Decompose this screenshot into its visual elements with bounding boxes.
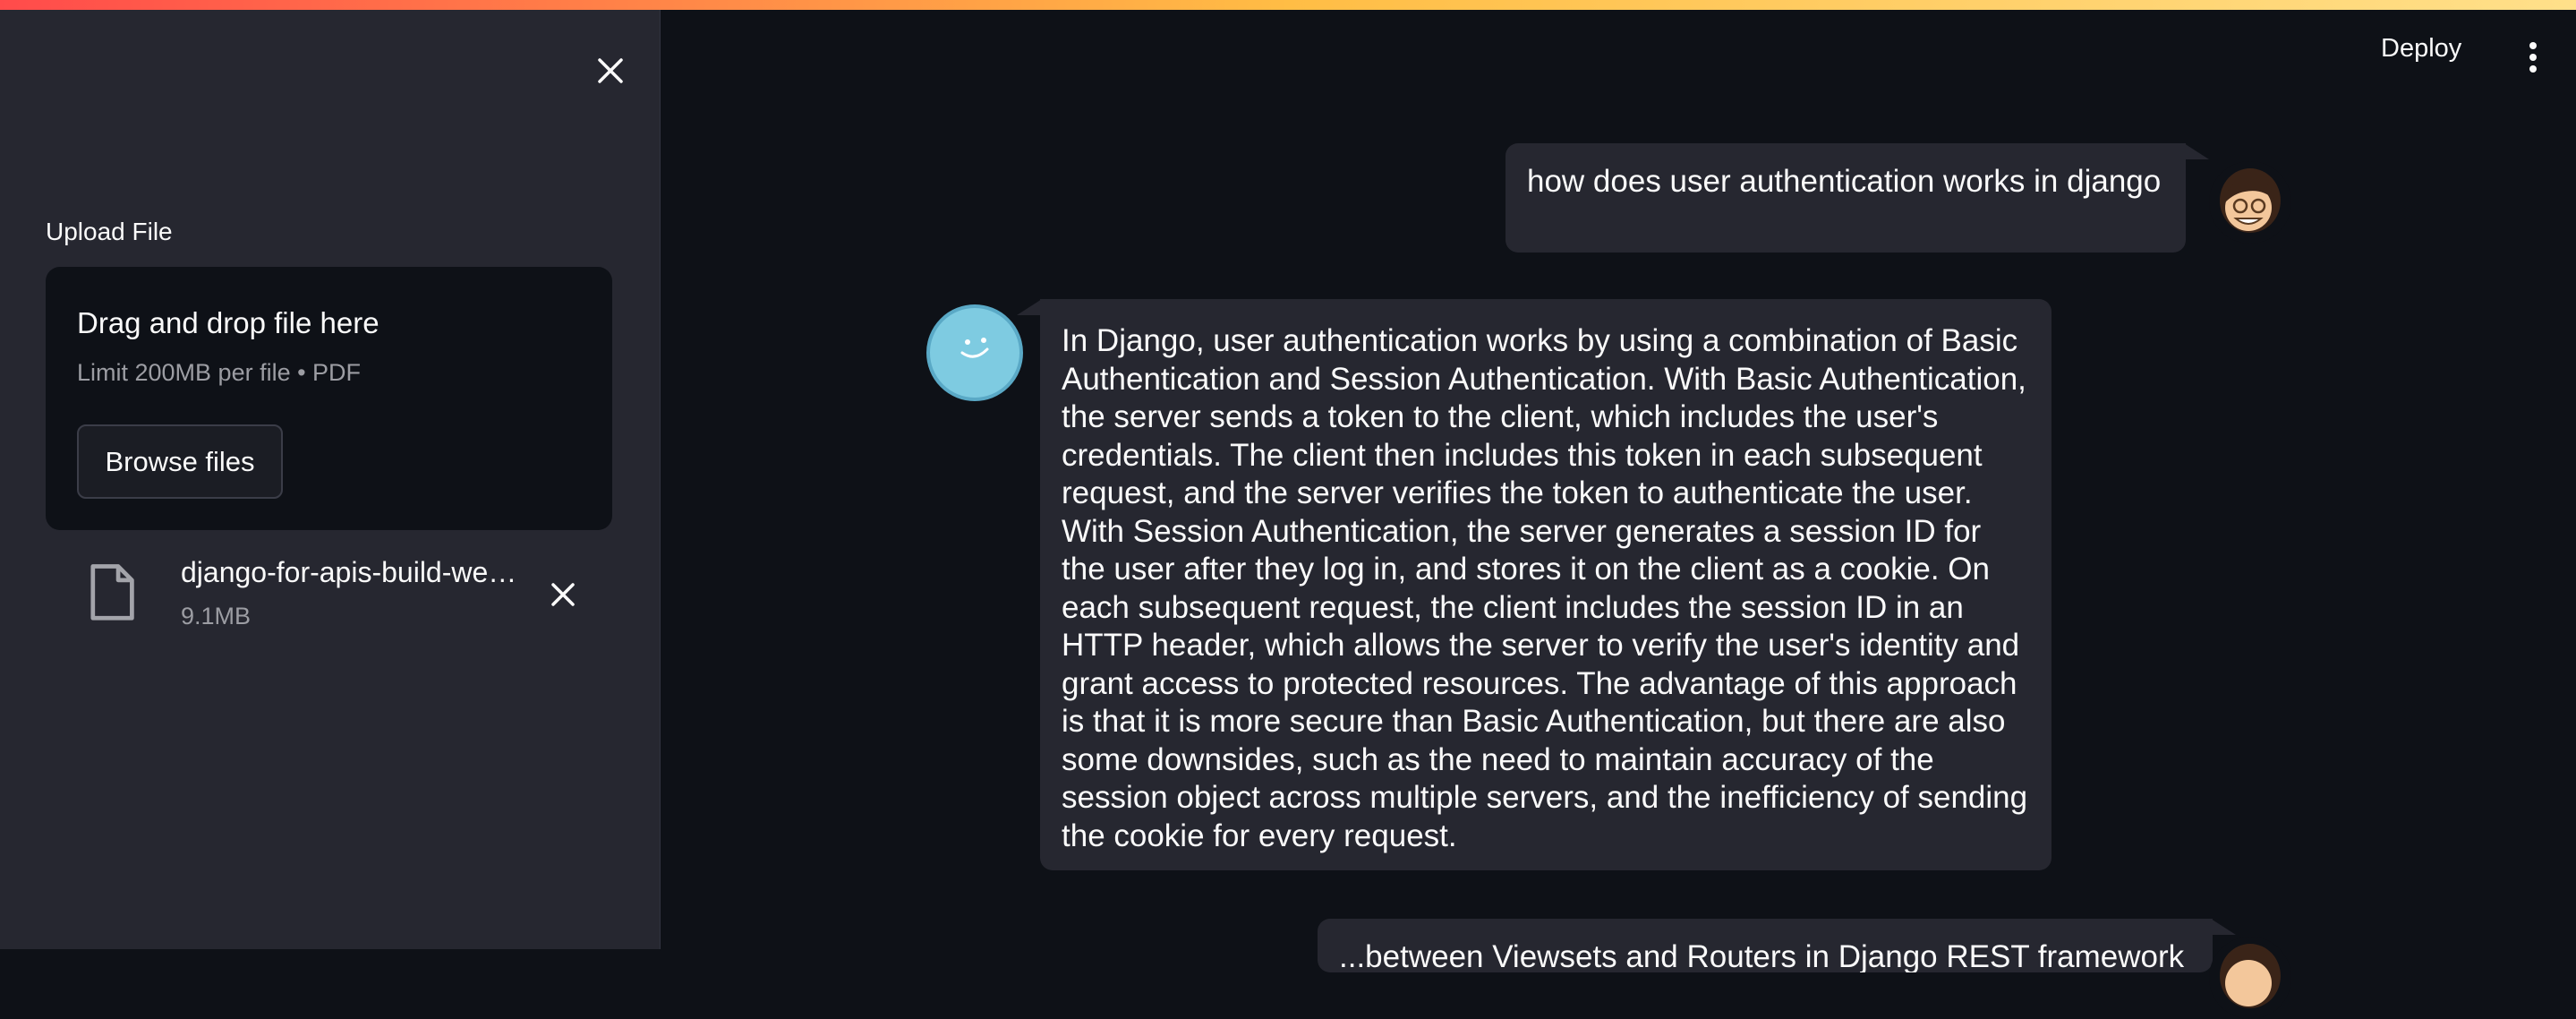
close-icon: [598, 58, 623, 83]
kebab-menu-icon: [2529, 42, 2537, 73]
upload-file-label: Upload File: [46, 218, 173, 245]
browse-files-button[interactable]: Browse files: [77, 424, 283, 499]
close-icon: [551, 583, 575, 606]
dropzone-limit: Limit 200MB per file • PDF: [77, 359, 362, 386]
bubble-tail: [2184, 143, 2209, 159]
bubble-tail: [2211, 919, 2236, 935]
user-message-text: ...between Viewsets and Routers in Djang…: [1339, 939, 2185, 972]
file-icon: [90, 564, 134, 621]
dropzone-title: Drag and drop file here: [77, 306, 380, 339]
user-message-text: how does user authentication works in dj…: [1527, 164, 2162, 199]
top-accent-bar: [0, 0, 2576, 10]
main-menu-button[interactable]: [2515, 36, 2551, 79]
assistant-message: In Django, user authentication works by …: [1040, 299, 2051, 870]
remove-file-button[interactable]: [542, 573, 584, 616]
user-message: how does user authentication works in dj…: [1506, 143, 2186, 253]
uploaded-file-size: 9.1MB: [181, 603, 252, 629]
assistant-message-text: In Django, user authentication works by …: [1062, 323, 2028, 853]
user-avatar-icon: [2220, 168, 2281, 233]
close-sidebar-button[interactable]: [587, 47, 634, 94]
deploy-button[interactable]: Deploy: [2381, 34, 2461, 64]
bubble-tail: [1017, 299, 1042, 315]
file-dropzone[interactable]: Drag and drop file here Limit 200MB per …: [46, 267, 612, 530]
uploaded-file-item: django-for-apis-build-we… 9.1MB: [85, 556, 586, 637]
user-message: ...between Viewsets and Routers in Djang…: [1318, 919, 2213, 972]
assistant-avatar: [926, 304, 1023, 401]
smiley-icon: [960, 338, 989, 358]
user-avatar: [2209, 161, 2291, 244]
sidebar: Upload File Drag and drop file here Limi…: [0, 10, 661, 949]
